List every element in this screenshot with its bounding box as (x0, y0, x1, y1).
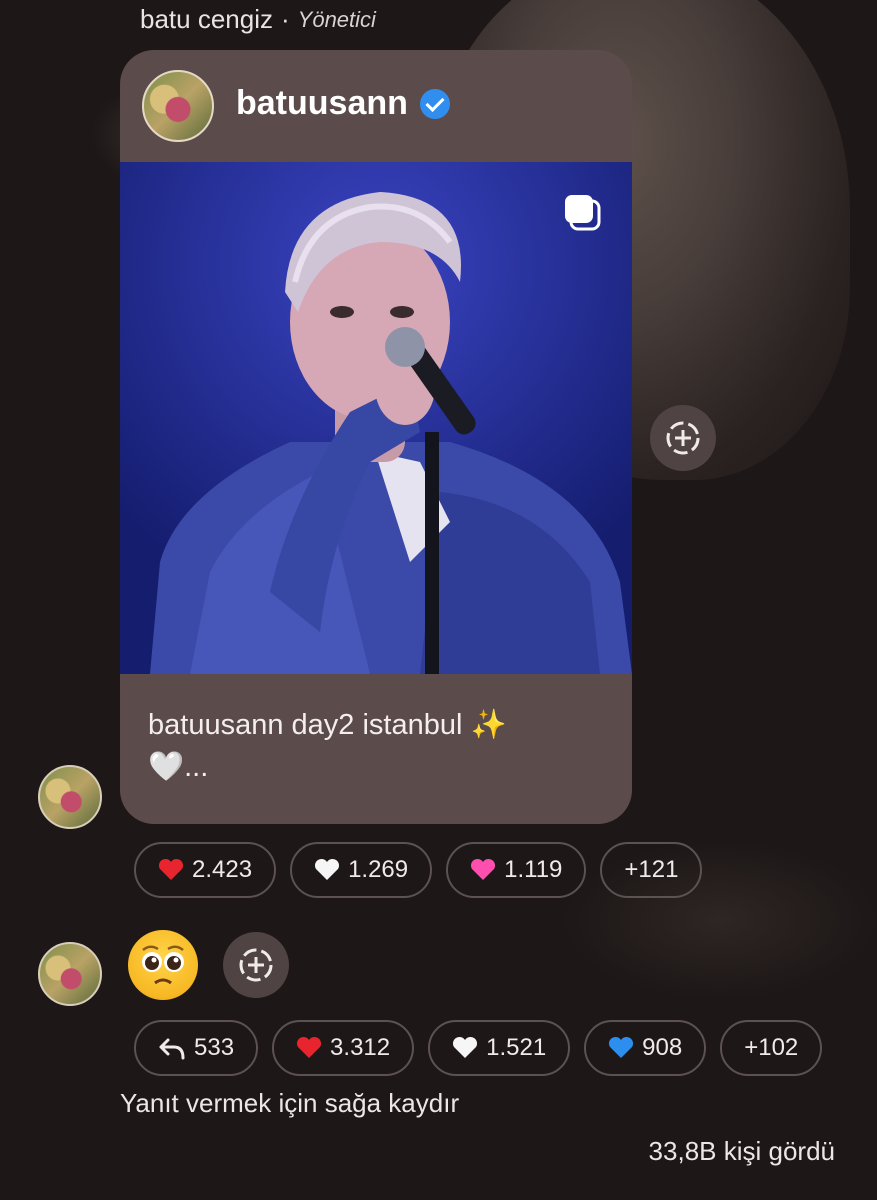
reply-count-button[interactable]: 533 (134, 1020, 259, 1076)
reply-icon (159, 1038, 185, 1060)
view-count: 33,8B kişi gördü (648, 1136, 835, 1166)
sender-avatar[interactable] (38, 765, 102, 829)
sender-avatar[interactable] (38, 942, 102, 1006)
caption-line: 🤍... (148, 751, 209, 783)
reaction-count: 1.269 (348, 856, 409, 883)
message-sender: batu cengiz · Yönetici (140, 4, 376, 35)
reaction-count: 2.423 (192, 856, 253, 883)
sender-separator: · (280, 4, 290, 34)
reaction-count: 1.521 (486, 1034, 547, 1061)
reaction-more[interactable]: +102 (720, 1020, 823, 1076)
post-username: batuusann (236, 84, 408, 122)
multiple-photos-icon (562, 192, 602, 232)
post-caption: batuusann day2 istanbul ✨ 🤍... (148, 704, 604, 788)
swipe-to-reply-hint: Yanıt vermek için sağa kaydır (120, 1088, 460, 1118)
post-header: batuusann (120, 50, 632, 162)
reaction-red-heart[interactable]: 3.312 (272, 1020, 415, 1076)
reaction-count: 908 (642, 1034, 683, 1061)
blue-heart-icon (609, 1036, 634, 1058)
shared-post-card[interactable]: batuusann batuusann day2 istanbul ✨ 🤍... (120, 50, 632, 824)
post-author[interactable]: batuusann (236, 84, 450, 123)
pleading-face-emoji-message[interactable] (128, 930, 198, 1000)
pleading-face-icon (142, 945, 184, 985)
reaction-red-heart[interactable]: 2.423 (134, 842, 277, 898)
reaction-white-heart[interactable]: 1.269 (290, 842, 433, 898)
reaction-pink-heart[interactable]: 1.119 (446, 842, 587, 898)
verified-badge-icon (419, 88, 450, 119)
reaction-count: 3.312 (330, 1034, 391, 1061)
reaction-white-heart[interactable]: 1.521 (428, 1020, 571, 1076)
reaction-blue-heart[interactable]: 908 (584, 1020, 707, 1076)
reply-count: 533 (194, 1034, 235, 1061)
sender-role: Yönetici (297, 6, 376, 32)
reaction-count: 1.119 (504, 856, 563, 883)
singer-photo-illustration (120, 162, 632, 674)
post-reactions: 2.423 1.269 1.119 +121 (134, 842, 703, 898)
add-reaction-button[interactable] (650, 405, 716, 471)
pink-heart-icon (471, 858, 496, 880)
reaction-more[interactable]: +121 (600, 842, 703, 898)
red-heart-icon (158, 858, 184, 880)
post-image[interactable] (120, 162, 632, 674)
white-heart-icon (453, 1036, 478, 1058)
post-author-avatar[interactable] (142, 70, 214, 142)
red-heart-icon (297, 1036, 322, 1058)
emoji-message-reactions: 533 3.312 1.521 908 +102 (134, 1020, 823, 1076)
white-heart-icon (315, 858, 340, 880)
add-reaction-button[interactable] (223, 932, 289, 998)
reaction-count: +102 (744, 1034, 799, 1061)
caption-line: batuusann day2 istanbul ✨ (148, 709, 507, 741)
sender-name: batu cengiz (140, 4, 273, 34)
reaction-count: +121 (624, 856, 679, 883)
add-reaction-icon (666, 421, 700, 455)
add-reaction-icon (239, 948, 273, 982)
